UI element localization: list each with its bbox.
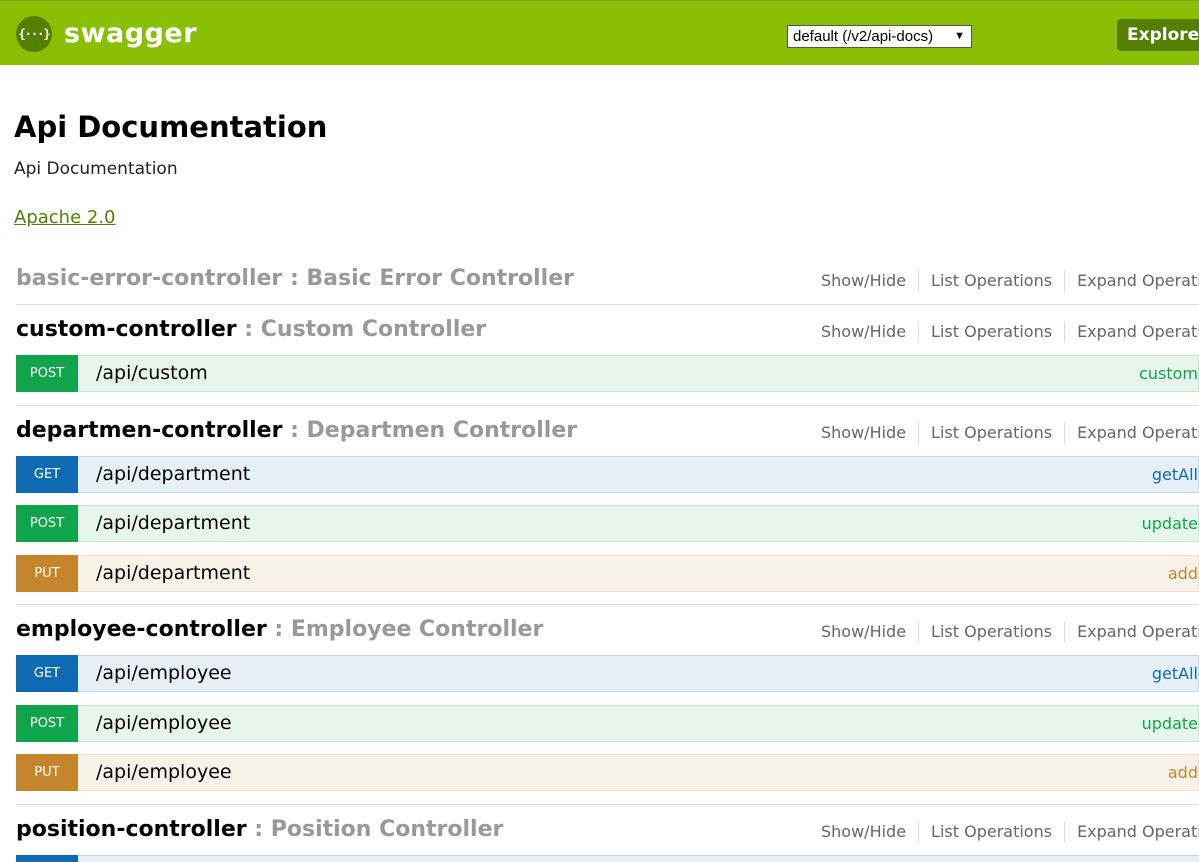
resource-actions: Show/Hide List Operations Expand Operati… [821,422,1199,444]
swagger-logo-icon: {···} [16,16,52,52]
http-method-badge: POST [16,505,78,542]
http-method-badge-partial [16,855,78,862]
resource-actions: Show/Hide List Operations Expand Operati… [821,270,1199,292]
expand-operations-link[interactable]: Expand Operations [1065,621,1199,643]
explore-button[interactable]: Explore [1117,19,1199,51]
resource-description: Basic Error Controller [306,266,574,291]
operation-row[interactable]: GET /api/employee getAll [16,655,1199,692]
operation-row[interactable]: PUT /api/employee add [16,754,1199,791]
show-hide-link[interactable]: Show/Hide [821,621,920,643]
resource-separator: : [282,266,307,291]
operation-row-partial[interactable] [78,855,1199,862]
page-title: Api Documentation [14,110,328,144]
api-definition-select[interactable]: default (/v2/api-docs) ▼ [787,25,972,48]
operation-row[interactable]: POST /api/department update [16,505,1199,542]
resource-name: employee-controller [16,617,267,642]
resource-name: departmen-controller [16,418,283,443]
operation-summary: getAll [1151,465,1198,484]
http-method-badge: POST [16,705,78,742]
chevron-down-icon: ▼ [954,30,965,42]
resource-actions: Show/Hide List Operations Expand Operati… [821,621,1199,643]
list-operations-link[interactable]: List Operations [919,270,1066,292]
resource-header-basic-error-controller: basic-error-controller : Basic Error Con… [16,265,1199,305]
expand-operations-link[interactable]: Expand Operations [1065,270,1199,292]
operation-row[interactable]: GET /api/department getAll [16,456,1199,493]
resource-description: Employee Controller [290,617,544,642]
show-hide-link[interactable]: Show/Hide [821,821,920,843]
resource-header-departmen-controller: departmen-controller : Departmen Control… [16,417,1199,457]
resource-divider [16,304,1199,305]
http-method-badge: POST [16,355,78,392]
operation-row[interactable]: POST /api/custom custom [16,355,1199,392]
expand-operations-link[interactable]: Expand Operations [1065,821,1199,843]
operation-summary: update [1141,514,1198,533]
resource-description: Departmen Controller [306,418,578,443]
resource-description: Position Controller [270,817,504,842]
operation-summary: add [1167,763,1198,782]
resource-separator: : [236,317,261,342]
operation-row[interactable]: PUT /api/department add [16,555,1199,592]
show-hide-link[interactable]: Show/Hide [821,321,920,343]
resource-actions: Show/Hide List Operations Expand Operati… [821,821,1199,843]
resource-title[interactable]: departmen-controller : Departmen Control… [16,417,577,445]
resource-title[interactable]: position-controller : Position Controlle… [16,816,503,844]
resource-name: custom-controller [16,317,237,342]
http-method-badge: PUT [16,754,78,791]
operation-path: /api/custom [96,362,208,384]
top-bar: {···} swagger default (/v2/api-docs) ▼ E… [0,0,1199,65]
resource-header-position-controller: position-controller : Position Controlle… [16,816,1199,856]
operation-path: /api/employee [96,662,232,684]
operation-path: /api/department [96,512,251,534]
resource-separator: : [282,418,307,443]
list-operations-link[interactable]: List Operations [919,821,1066,843]
expand-operations-link[interactable]: Expand Operations [1065,321,1199,343]
resource-description: Custom Controller [260,317,487,342]
operation-path: /api/department [96,562,251,584]
list-operations-link[interactable]: List Operations [919,621,1066,643]
resource-name: basic-error-controller [16,266,283,291]
resource-separator: : [246,817,271,842]
operation-path: /api/employee [96,761,232,783]
http-method-badge: GET [16,655,78,692]
expand-operations-link[interactable]: Expand Operations [1065,422,1199,444]
resource-header-employee-controller: employee-controller : Employee Controlle… [16,616,1199,656]
http-method-badge: PUT [16,555,78,592]
api-description: Api Documentation [14,159,178,179]
operation-row[interactable]: POST /api/employee update [16,705,1199,742]
operation-summary: update [1141,714,1198,733]
swagger-logo-text: swagger [64,18,198,49]
license-link[interactable]: Apache 2.0 [14,207,116,228]
resource-divider [16,405,1199,406]
operation-path: /api/employee [96,712,232,734]
swagger-logo[interactable]: {···} swagger [16,16,197,52]
http-method-badge: GET [16,456,78,493]
resource-separator: : [266,617,291,642]
resource-title[interactable]: custom-controller : Custom Controller [16,316,486,344]
show-hide-link[interactable]: Show/Hide [821,270,920,292]
list-operations-link[interactable]: List Operations [919,321,1066,343]
api-definition-select-value: default (/v2/api-docs) [793,28,934,45]
operation-summary: custom [1139,364,1198,383]
operation-path: /api/department [96,463,251,485]
resource-title[interactable]: basic-error-controller : Basic Error Con… [16,265,574,293]
resource-header-custom-controller: custom-controller : Custom Controller Sh… [16,316,1199,356]
resource-actions: Show/Hide List Operations Expand Operati… [821,321,1199,343]
operation-summary: getAll [1151,664,1198,683]
list-operations-link[interactable]: List Operations [919,422,1066,444]
show-hide-link[interactable]: Show/Hide [821,422,920,444]
operation-summary: add [1167,564,1198,583]
resource-name: position-controller [16,817,247,842]
resource-divider [16,604,1199,605]
resource-divider [16,804,1199,805]
resource-title[interactable]: employee-controller : Employee Controlle… [16,616,543,644]
